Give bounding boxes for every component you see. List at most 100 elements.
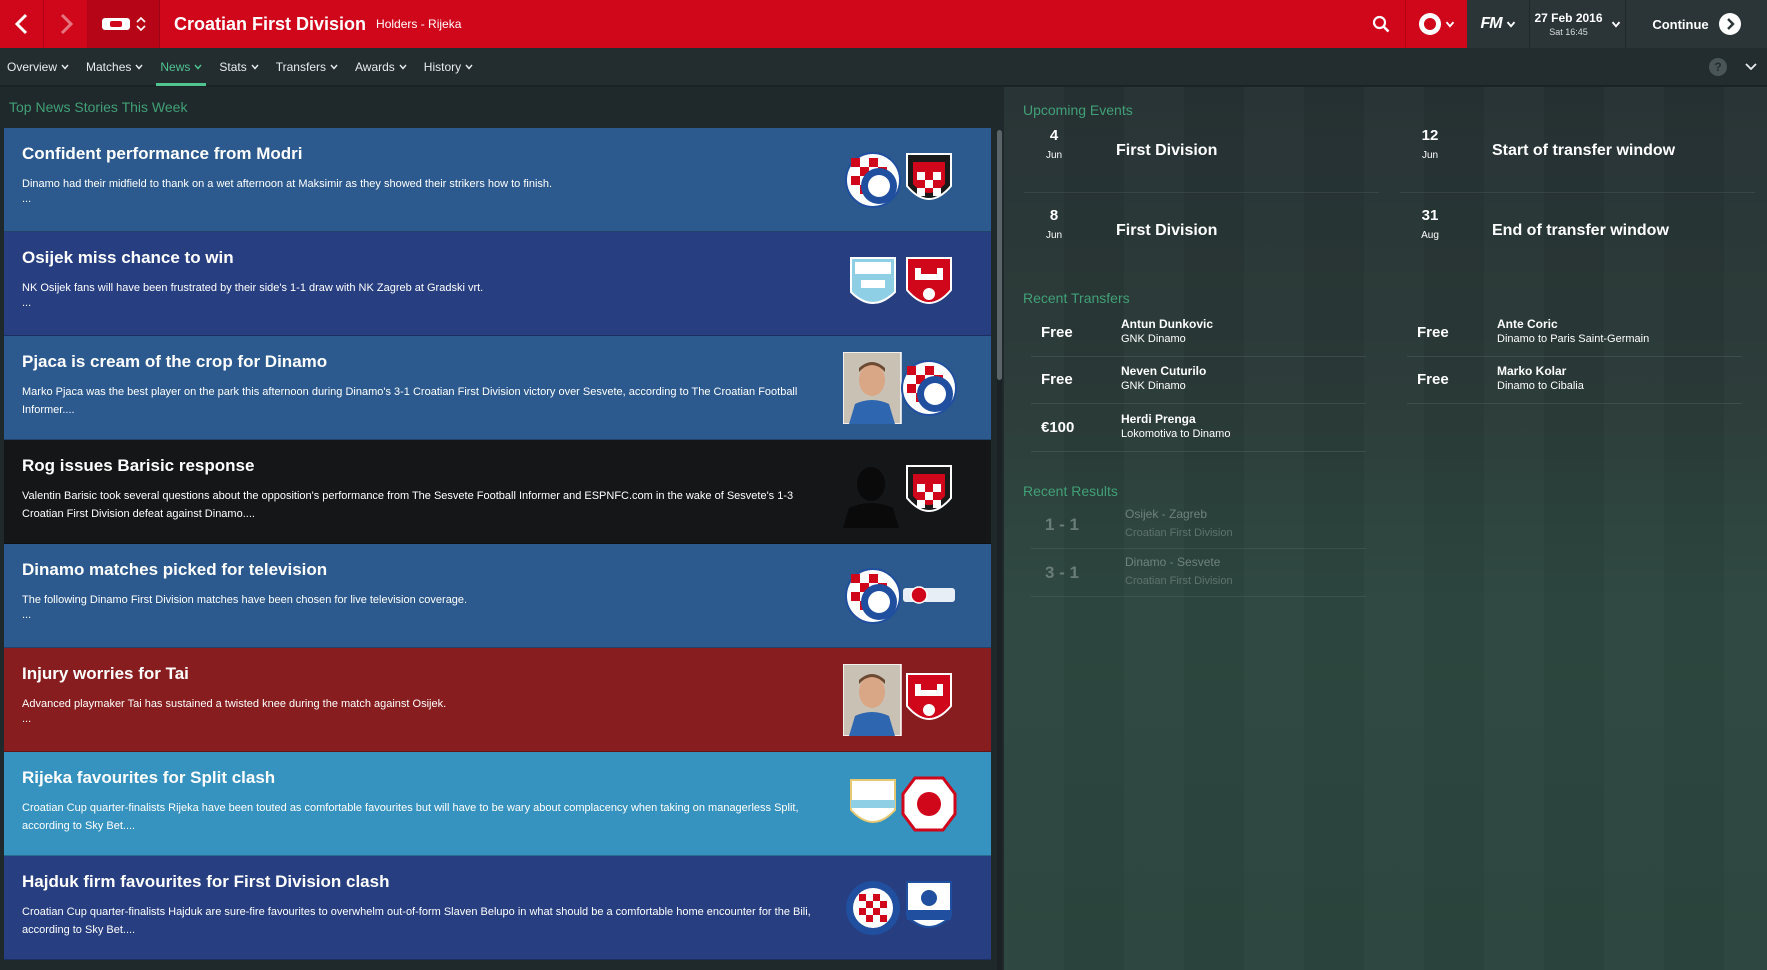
- back-button[interactable]: [0, 0, 44, 48]
- tab-stats[interactable]: Stats: [219, 48, 259, 86]
- event-month: Jun: [1045, 230, 1063, 241]
- transfer-detail: Dinamo to Cibalia: [1497, 380, 1584, 392]
- news-body: Advanced playmaker Tai has sustained a t…: [22, 698, 447, 710]
- sidebar-panel: Upcoming Events 4 Jun First Division 12 …: [1004, 87, 1767, 970]
- news-list: Confident performance from Modri Dinamo …: [4, 128, 991, 960]
- slaven-crest: [906, 881, 952, 928]
- chevron-down-icon: [251, 64, 259, 70]
- event-date: 12 Jun: [1400, 127, 1460, 161]
- tab-awards[interactable]: Awards: [355, 48, 407, 86]
- news-images: [843, 352, 957, 424]
- current-time: Sat 16:45: [1549, 27, 1588, 37]
- transfer-fee: Free: [1417, 324, 1449, 341]
- event-month: Jun: [1421, 150, 1439, 161]
- continue-button[interactable]: Continue: [1625, 0, 1767, 48]
- transfers-section-title: Recent Transfers: [1023, 290, 1130, 306]
- news-scrollbar-thumb[interactable]: [997, 130, 1002, 380]
- news-item[interactable]: Rijeka favourites for Split clash Croati…: [4, 752, 991, 856]
- news-panel: Top News Stories This Week Confident per…: [0, 87, 1004, 970]
- world-menu-button[interactable]: [1405, 0, 1467, 48]
- events-section-title: Upcoming Events: [1023, 102, 1133, 118]
- sesvete-crest: [906, 153, 952, 200]
- chevron-down-icon: [135, 64, 143, 70]
- result-score: 1 - 1: [1045, 515, 1080, 534]
- result-competition: Croatian First Division: [1125, 575, 1233, 587]
- transfer-item[interactable]: €100 Herdi Prenga Lokomotiva to Dinamo: [1031, 404, 1366, 452]
- arrow-right-circle-icon: [1718, 13, 1741, 35]
- transfer-detail: Dinamo to Paris Saint-Germain: [1497, 333, 1650, 345]
- event-date: 31 Aug: [1400, 207, 1460, 241]
- transfer-item[interactable]: Free Antun Dunkovic GNK Dinamo: [1031, 309, 1366, 357]
- event-day: 8: [1049, 207, 1059, 224]
- page-title: Croatian First Division: [174, 13, 367, 34]
- tab-history[interactable]: History: [424, 48, 473, 86]
- tab-news[interactable]: News: [156, 48, 207, 86]
- event-month: Aug: [1421, 230, 1439, 241]
- news-item[interactable]: Confident performance from Modri Dinamo …: [4, 128, 991, 232]
- transfer-player: Neven Cuturilo: [1121, 364, 1207, 378]
- date-calendar-button[interactable]: 27 Feb 2016 Sat 16:45: [1529, 0, 1625, 48]
- news-body: Croatian Cup quarter-finalists Hajduk ar…: [22, 906, 811, 936]
- event-day: 12: [1421, 127, 1439, 144]
- fm-menu-button[interactable]: FM: [1467, 0, 1529, 48]
- split-crest: [901, 776, 957, 832]
- transfer-player: Herdi Prenga: [1121, 412, 1196, 426]
- result-score: 3 - 1: [1045, 563, 1080, 582]
- transfer-detail: Lokomotiva to Dinamo: [1121, 428, 1231, 440]
- event-date: 4 Jun: [1024, 127, 1084, 161]
- title-area: Croatian First Division Holders - Rijeka: [160, 0, 1357, 48]
- event-name: First Division: [1116, 142, 1218, 159]
- news-body: Marko Pjaca was the best player on the p…: [22, 386, 798, 416]
- chevron-down-icon: [465, 64, 473, 70]
- transfer-player: Antun Dunkovic: [1121, 317, 1213, 331]
- tab-overview[interactable]: Overview: [7, 48, 69, 86]
- search-button[interactable]: [1357, 0, 1405, 48]
- competition-switcher[interactable]: [88, 0, 160, 48]
- transfer-item[interactable]: Free Ante Coric Dinamo to Paris Saint-Ge…: [1407, 309, 1742, 357]
- chevron-down-icon: [194, 64, 202, 70]
- sesvete-crest: [906, 465, 952, 512]
- result-item[interactable]: 1 - 1 Osijek - Zagreb Croatian First Div…: [1031, 501, 1366, 549]
- news-item[interactable]: Rog issues Barisic response Valentin Bar…: [4, 440, 991, 544]
- tab-matches[interactable]: Matches: [86, 48, 143, 86]
- news-item[interactable]: Osijek miss chance to win NK Osijek fans…: [4, 232, 991, 336]
- chevron-down-icon: [1506, 21, 1515, 28]
- news-body: The following Dinamo First Division matc…: [22, 594, 468, 606]
- date-display: 27 Feb 2016 Sat 16:45: [1534, 11, 1602, 37]
- player-photo: [843, 664, 902, 736]
- forward-button[interactable]: [44, 0, 88, 48]
- event-name: Start of transfer window: [1492, 142, 1676, 159]
- event-item[interactable]: 8 Jun First Division: [1024, 201, 1379, 273]
- chevron-down-icon: [61, 64, 69, 70]
- arrow-right-icon: [60, 13, 73, 35]
- tab-transfers[interactable]: Transfers: [276, 48, 338, 86]
- news-images: [846, 881, 952, 935]
- news-body: Valentin Barisic took several questions …: [22, 490, 794, 520]
- up-down-icon: [135, 16, 146, 32]
- event-item[interactable]: 12 Jun Start of transfer window: [1400, 121, 1755, 193]
- event-date: 8 Jun: [1024, 207, 1084, 241]
- chevron-down-icon: [1445, 21, 1454, 28]
- globe-icon: [1418, 13, 1441, 35]
- chevron-down-icon: [330, 64, 338, 70]
- event-item[interactable]: 31 Aug End of transfer window: [1400, 201, 1755, 273]
- transfer-item[interactable]: Free Marko Kolar Dinamo to Cibalia: [1407, 356, 1742, 404]
- transfer-item[interactable]: Free Neven Cuturilo GNK Dinamo: [1031, 356, 1366, 404]
- event-item[interactable]: 4 Jun First Division: [1024, 121, 1379, 193]
- results-section-title: Recent Results: [1023, 483, 1118, 499]
- news-item[interactable]: Hajduk firm favourites for First Divisio…: [4, 856, 991, 960]
- news-images: [845, 568, 955, 624]
- osijek-crest: [850, 257, 896, 304]
- news-item[interactable]: Dinamo matches picked for television The…: [4, 544, 991, 648]
- top-bar: Croatian First Division Holders - Rijeka…: [0, 0, 1767, 48]
- news-images: [850, 776, 957, 832]
- result-item[interactable]: 3 - 1 Dinamo - Sesvete Croatian First Di…: [1031, 549, 1366, 597]
- help-button[interactable]: ?: [1709, 58, 1727, 76]
- rijeka-crest: [850, 779, 896, 823]
- event-name: First Division: [1116, 222, 1218, 239]
- page-subtitle: Holders - Rijeka: [376, 17, 462, 31]
- news-item[interactable]: Pjaca is cream of the crop for Dinamo Ma…: [4, 336, 991, 440]
- news-item[interactable]: Injury worries for Tai Advanced playmake…: [4, 648, 991, 752]
- expand-chevron-icon[interactable]: [1745, 62, 1757, 72]
- news-body: Dinamo had their midfield to thank on a …: [22, 178, 553, 190]
